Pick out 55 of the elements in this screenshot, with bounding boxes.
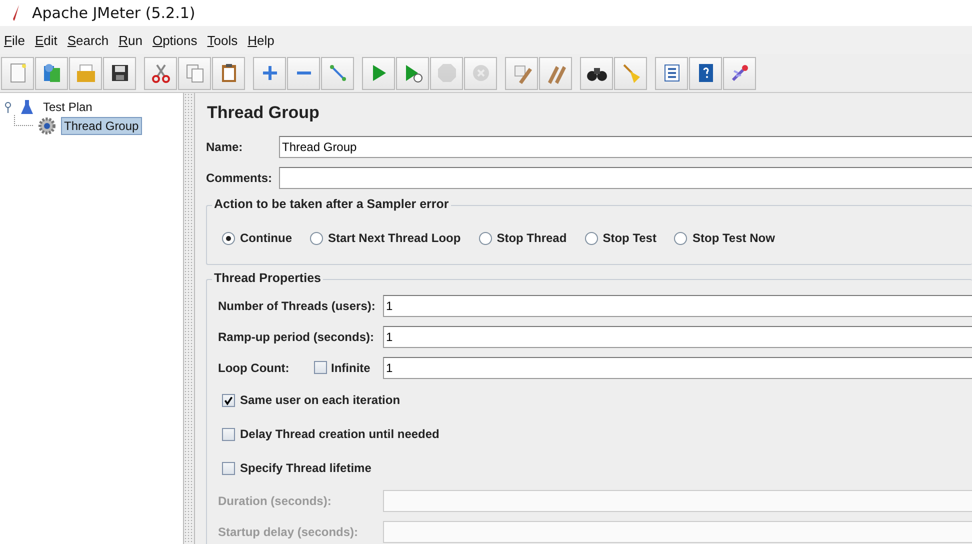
scissors-icon xyxy=(150,62,172,84)
checkbox-label[interactable]: Delay Thread creation until needed xyxy=(240,427,440,441)
radio-label[interactable]: Start Next Thread Loop xyxy=(328,231,461,245)
menu-item[interactable]: Run xyxy=(118,32,142,48)
tree-handle-icon[interactable] xyxy=(4,100,14,112)
checkbox-label[interactable]: Same user on each iteration xyxy=(240,393,400,407)
field-label: Startup delay (seconds): xyxy=(218,524,360,538)
gear-icon xyxy=(38,116,56,134)
tree-item[interactable]: Test Plan xyxy=(40,98,96,116)
checkbox-label[interactable]: Infinite xyxy=(331,360,383,374)
radio-button[interactable] xyxy=(674,232,688,244)
radio-label[interactable]: Stop Test xyxy=(602,231,656,245)
checkbox-label[interactable]: Specify Thread lifetime xyxy=(240,461,372,475)
input-field[interactable]: 1 xyxy=(383,356,972,378)
minus-icon xyxy=(296,71,310,75)
name-field[interactable]: Thread Group xyxy=(279,136,972,158)
comments-field[interactable] xyxy=(279,166,972,188)
tree-item[interactable]: Thread Group xyxy=(61,116,142,134)
field-label: Comments: xyxy=(206,170,274,184)
feather-icon xyxy=(10,4,22,22)
input-field[interactable]: 1 xyxy=(383,294,972,316)
radio-button[interactable] xyxy=(584,232,598,244)
field-label: Duration (seconds): xyxy=(218,494,332,508)
field-label: Number of Threads (users): xyxy=(218,298,376,312)
checkbox[interactable] xyxy=(314,361,327,374)
menu-item[interactable]: Search xyxy=(67,32,109,48)
folder-icon xyxy=(74,62,96,84)
menu-item[interactable]: Options xyxy=(152,32,198,48)
menu-item[interactable]: Tools xyxy=(207,32,238,48)
panel-title: Thread Group xyxy=(207,103,320,123)
radio-button[interactable] xyxy=(310,232,323,244)
radio-label[interactable]: Continue xyxy=(240,231,292,245)
checkbox[interactable] xyxy=(222,428,235,440)
radio-label[interactable]: Stop Test Now xyxy=(692,231,775,245)
menu-item[interactable]: Help xyxy=(248,32,274,48)
toolbar-button[interactable] xyxy=(580,56,613,90)
radio-button[interactable] xyxy=(478,232,492,244)
input-field[interactable]: 1 xyxy=(383,326,972,348)
checkbox[interactable] xyxy=(222,462,235,474)
radio-button[interactable] xyxy=(222,232,235,244)
group-title: Action to be taken after a Sampler error xyxy=(212,197,451,211)
copy-icon xyxy=(184,62,206,84)
window-title: Apache JMeter (5.2.1) xyxy=(32,4,196,22)
flask-icon xyxy=(19,98,35,114)
field-label: Name: xyxy=(206,140,244,154)
toolbar-button[interactable] xyxy=(689,56,722,90)
menu-item[interactable]: File xyxy=(4,32,25,48)
checkbox[interactable] xyxy=(222,394,235,406)
group-title: Thread Properties xyxy=(212,271,323,285)
stop-icon xyxy=(436,62,458,84)
field-label: Ramp-up period (seconds): xyxy=(218,330,376,344)
radio-label[interactable]: Stop Thread xyxy=(496,231,567,245)
field-label: Loop Count: xyxy=(218,360,290,374)
menu-item[interactable]: Edit xyxy=(34,32,58,48)
toolbar-button[interactable] xyxy=(103,56,136,90)
